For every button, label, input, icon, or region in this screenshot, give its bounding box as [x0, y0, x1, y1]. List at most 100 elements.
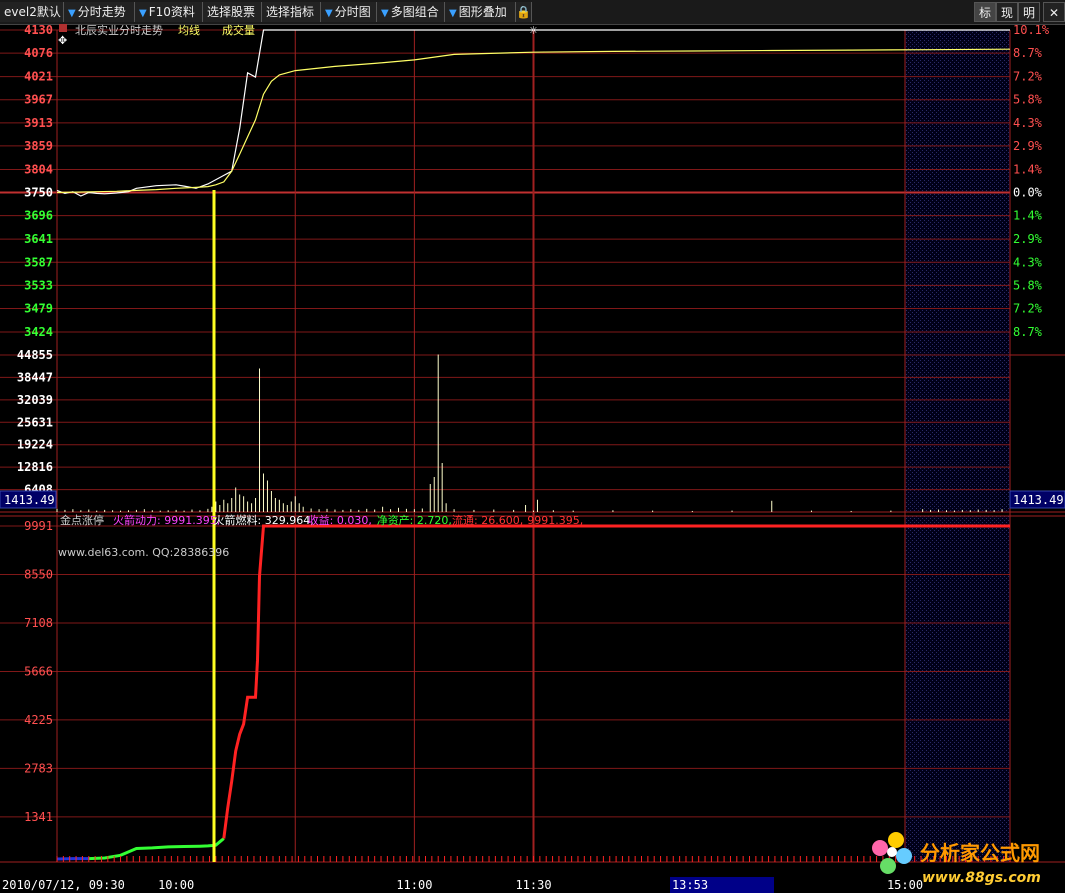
- volume-readout-left: 1413.49: [0, 490, 57, 509]
- percent-tick-label: 5.8%: [1013, 278, 1043, 292]
- percent-tick-label: 8.7%: [1013, 46, 1043, 60]
- price-tick-label: 4021: [24, 70, 53, 84]
- indicator-info-item: 火箭燃料: 329.964,: [214, 513, 314, 527]
- price-tick-label: 3533: [24, 278, 53, 292]
- dropdown-arrow-icon: ▼: [139, 8, 147, 19]
- toolbar-item-level2-default[interactable]: evel2默认: [0, 2, 64, 22]
- toolbar-item-label: 图形叠加: [458, 5, 507, 19]
- percent-tick-label: 1.4%: [1013, 209, 1043, 223]
- percent-tick-label: 4.3%: [1013, 116, 1043, 130]
- svg-text:1413.49: 1413.49: [1013, 493, 1064, 507]
- toolbar-item-label: 分时走势: [77, 5, 126, 19]
- logo-url: www.88gs.com: [922, 870, 1041, 886]
- indicator-header: 金点涨停 火箭动力: 9991.395,火箭燃料: 329.964,收益: 0.…: [60, 513, 583, 527]
- indicator-info-item: 流通: 26.600,: [452, 513, 523, 527]
- lock-button[interactable]: 🔒: [516, 2, 532, 22]
- crosshair-icon: ✥: [58, 34, 67, 47]
- percent-tick-label: 2.9%: [1013, 232, 1043, 246]
- grid: [0, 29, 1065, 863]
- volume-axis: 4485538447320392563119224128166408: [17, 348, 53, 497]
- indicator-tick-label: 4225: [24, 713, 53, 727]
- indicator-info-item: 9991.395,: [527, 514, 583, 527]
- price-tick-label: 3750: [24, 186, 53, 200]
- toolbar-item-label: 分时图: [334, 5, 371, 19]
- price-tick-label: 3859: [24, 139, 53, 153]
- time-tick-label: 13:53: [672, 878, 708, 892]
- future-area-bottom: [905, 516, 1010, 862]
- detail-button[interactable]: 明: [1018, 2, 1040, 22]
- volume-tick-label: 32039: [17, 393, 53, 407]
- percent-axis: 10.1% 8.7% 7.2% 5.8% 4.3% 2.9% 1.4% 0.0% 1.4% 2.9…: [1013, 24, 1050, 339]
- time-tick-label: 2010/07/12, 09:30: [2, 878, 125, 892]
- price-tick-label: 3587: [24, 255, 53, 269]
- percent-tick-label: 5.8%: [1013, 93, 1043, 107]
- price-tick-label: 3913: [24, 116, 53, 130]
- price-tick-label: 4130: [24, 24, 53, 37]
- indicator-tick-label: 9991: [24, 519, 53, 533]
- indicator-line-火箭动力: [222, 524, 1010, 839]
- toolbar-item-f10[interactable]: ▼ F10资料: [135, 2, 203, 22]
- indicator-axis: 9991 8550 7108 5666 4225 2783 1341: [24, 519, 53, 824]
- toolbar: evel2默认 ▼ 分时走势 ▼ F10资料 选择股票 选择指标 ▼ 分时图 ▼ 多图组…: [0, 0, 1065, 25]
- indicator-tick-label: 5666: [24, 664, 53, 678]
- dropdown-arrow-icon: ▼: [381, 8, 389, 19]
- volume-tick-label: 12816: [17, 460, 53, 474]
- percent-tick-label: 10.1%: [1013, 24, 1050, 37]
- dropdown-arrow-icon: ▼: [68, 8, 76, 19]
- toolbar-item-intraday-chart[interactable]: ▼ 分时图: [321, 2, 377, 22]
- price-tick-label: 3641: [24, 232, 53, 246]
- close-icon: ✕: [1048, 6, 1060, 20]
- indicator-info-item: 火箭动力: 9991.395,: [113, 513, 220, 527]
- current-button[interactable]: 现: [996, 2, 1018, 22]
- indicator-tick-label: 7108: [24, 616, 53, 630]
- indicator-info-item: 收益: 0.030,: [308, 513, 372, 527]
- price-panel-header: ✥ 北辰实业分时走势 均线 成交量: [58, 24, 255, 47]
- toolbar-item-overlay[interactable]: ▼ 图形叠加: [445, 2, 516, 22]
- indicator-info-item: 净资产: 2.720,: [377, 513, 452, 527]
- logo-text: 分析家公式网: [920, 841, 1040, 865]
- percent-tick-label: 8.7%: [1013, 325, 1043, 339]
- svg-text:1413.49: 1413.49: [4, 493, 55, 507]
- legend-avg-line: 均线: [178, 24, 200, 37]
- toolbar-item-label: 多图组合: [390, 5, 439, 19]
- time-tick-label: 11:00: [396, 878, 432, 892]
- percent-tick-label: 0.0%: [1013, 186, 1043, 200]
- time-tick-label: 15:00: [887, 878, 923, 892]
- price-tick-label: 3424: [24, 325, 53, 339]
- toolbar-item-label: F10资料: [148, 5, 195, 19]
- volume-tick-label: 25631: [17, 415, 53, 429]
- event-marker-icon: ☼: [529, 24, 539, 37]
- close-button[interactable]: ✕: [1043, 2, 1065, 22]
- dropdown-arrow-icon: ▼: [449, 8, 457, 19]
- intraday-chart: 4130 4076 4021 3967 3913 3859 3804 3750 3696 3641…: [0, 24, 1065, 893]
- time-axis: 2010/07/12, 09:30 10:00 11:00 11:30 13:53 15:…: [2, 877, 923, 893]
- toolbar-item-label: 选择指标: [266, 5, 315, 19]
- volume-tick-label: 19224: [17, 438, 53, 452]
- future-area-top: [905, 30, 1010, 512]
- toolbar-item-label: 选择股票: [207, 5, 256, 19]
- toolbar-item-label: evel2默认: [4, 5, 61, 19]
- percent-tick-label: 2.9%: [1013, 139, 1043, 153]
- toolbar-item-select-stock[interactable]: 选择股票: [203, 2, 262, 22]
- indicator-tick-label: 2783: [24, 761, 53, 775]
- time-tick-label: 11:30: [515, 878, 551, 892]
- indicator-tick-label: 1341: [24, 810, 53, 824]
- chart-title: 北辰实业分时走势: [75, 24, 163, 37]
- toolbar-item-select-indicator[interactable]: 选择指标: [262, 2, 321, 22]
- volume-readout-right: 1413.49: [1009, 490, 1065, 509]
- panel-menu-button[interactable]: [59, 24, 67, 32]
- indicator-tick-label: 8550: [24, 567, 53, 581]
- percent-tick-label: 1.4%: [1013, 162, 1043, 176]
- toolbar-item-multi-chart[interactable]: ▼ 多图组合: [377, 2, 445, 22]
- volume-tick-label: 38447: [17, 370, 53, 384]
- price-tick-label: 3967: [24, 93, 53, 107]
- toolbar-item-intraday[interactable]: ▼ 分时走势: [64, 2, 135, 22]
- price-tick-label: 3479: [24, 301, 53, 315]
- price-axis: 4130 4076 4021 3967 3913 3859 3804 3750 3696 3641…: [24, 24, 53, 339]
- mark-button[interactable]: 标: [974, 2, 996, 22]
- indicator-line-阶段2: [88, 837, 225, 861]
- price-tick-label: 3804: [24, 162, 53, 176]
- percent-tick-label: 7.2%: [1013, 301, 1043, 315]
- price-tick-label: 3696: [24, 209, 53, 223]
- price-tick-label: 4076: [24, 46, 53, 60]
